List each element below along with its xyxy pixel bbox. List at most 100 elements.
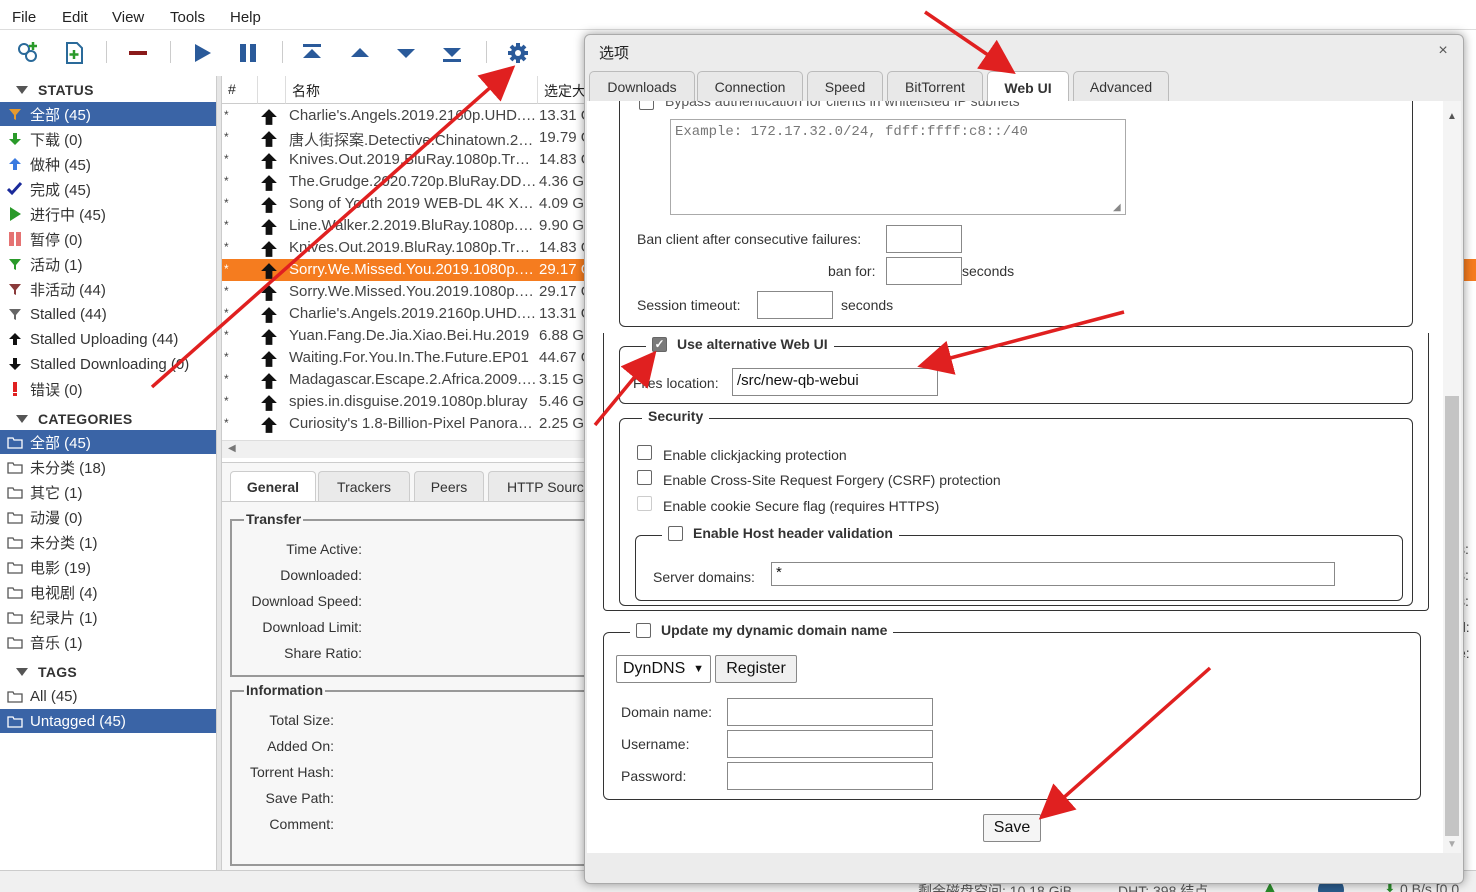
domain-name-input[interactable] (727, 698, 933, 726)
move-down-icon[interactable] (392, 39, 420, 67)
pause-icon[interactable] (234, 39, 262, 67)
sidebar-status-label: 做种 (45) (30, 156, 91, 174)
sidebar-status-item[interactable]: 下载 (0) (0, 127, 216, 151)
whitelist-textarea[interactable]: Example: 172.17.32.0/24, fdff:ffff:c8::/… (670, 119, 1126, 215)
webui-outer-frame (603, 333, 1429, 611)
sidebar-status-label: Stalled Downloading (0) (30, 355, 190, 373)
sidebar-status-item[interactable]: 进行中 (45) (0, 202, 216, 226)
scroll-left-icon[interactable]: ◀ (228, 443, 236, 454)
sidebar-category-label: 电视剧 (4) (30, 584, 98, 602)
information-field-label: Added On: (267, 738, 334, 754)
move-up-icon[interactable] (346, 39, 374, 67)
torrent-name: Knives.Out.2019.BluRay.1080p.TrueHD (289, 239, 537, 256)
col-header-state[interactable] (258, 76, 286, 104)
folder-icon (0, 484, 30, 500)
sidebar-category-item[interactable]: 其它 (1) (0, 480, 216, 504)
folder-icon (0, 688, 30, 704)
session-timeout-input[interactable] (757, 291, 833, 319)
sidebar-tag-item[interactable]: All (45) (0, 684, 216, 708)
tab-advanced[interactable]: Advanced (1073, 71, 1169, 101)
transfer-field-label: Download Speed: (251, 593, 362, 609)
tab-trackers[interactable]: Trackers (318, 471, 410, 501)
menu-view[interactable]: View (112, 9, 144, 26)
tab-http-sources[interactable]: HTTP Sources (488, 471, 592, 501)
sidebar-status-item[interactable]: Stalled Uploading (44) (0, 327, 216, 351)
sidebar-category-label: 其它 (1) (30, 484, 83, 502)
menu-help[interactable]: Help (230, 9, 261, 26)
tab-bittorrent[interactable]: BitTorrent (887, 71, 983, 101)
dyndns-checkbox[interactable] (636, 622, 651, 638)
sidebar-category-item[interactable]: 纪录片 (1) (0, 605, 216, 629)
save-button[interactable]: Save (983, 814, 1041, 842)
scrollbar-thumb[interactable] (1445, 396, 1459, 836)
dyndns-provider-value: DynDNS (623, 660, 686, 677)
dyndns-provider-select[interactable]: DynDNS ▼ (616, 655, 711, 683)
transfer-field-label: Download Limit: (262, 619, 362, 635)
sidebar-status-item[interactable]: 暂停 (0) (0, 227, 216, 251)
filter-icon (0, 306, 30, 322)
delete-icon[interactable] (124, 39, 152, 67)
categories-section-header[interactable]: CATEGORIES (16, 411, 133, 427)
sidebar-status-item[interactable]: Stalled Downloading (0) (0, 352, 216, 376)
add-link-icon[interactable] (14, 39, 42, 67)
status-section-header[interactable]: STATUS (16, 82, 94, 98)
folder-icon (0, 534, 30, 550)
sidebar-status-item[interactable]: 非活动 (44) (0, 277, 216, 301)
password-label: Password: (621, 768, 687, 784)
sidebar-status-item[interactable]: Stalled (44) (0, 302, 216, 326)
resize-handle-icon[interactable]: ◢ (1113, 202, 1121, 213)
tab-connection[interactable]: Connection (697, 71, 803, 101)
play-icon[interactable] (188, 39, 216, 67)
sidebar-category-item[interactable]: 音乐 (1) (0, 630, 216, 654)
close-icon[interactable]: × (1433, 41, 1453, 61)
sidebar-category-item[interactable]: 未分类 (18) (0, 455, 216, 479)
username-input[interactable] (727, 730, 933, 758)
transfer-field-label: Time Active: (286, 541, 362, 557)
move-top-icon[interactable] (298, 39, 326, 67)
password-input[interactable] (727, 762, 933, 790)
tab-web-ui[interactable]: Web UI (987, 71, 1069, 103)
arrow-down-icon (0, 131, 30, 147)
sidebar-status-item[interactable]: 活动 (1) (0, 252, 216, 276)
tab-downloads[interactable]: Downloads (589, 71, 695, 101)
scroll-down-icon[interactable]: ▼ (1447, 839, 1457, 850)
add-file-icon[interactable] (60, 39, 88, 67)
vertical-scrollbar[interactable]: ▲ ▼ (1443, 101, 1461, 853)
torrent-size: 3.15 G (539, 371, 585, 388)
menu-edit[interactable]: Edit (62, 9, 88, 26)
pause-icon (0, 231, 30, 247)
sidebar-status-item[interactable]: 做种 (45) (0, 152, 216, 176)
tab-peers[interactable]: Peers (414, 471, 484, 501)
sidebar-status-item[interactable]: 错误 (0) (0, 377, 216, 401)
sidebar-category-item[interactable]: 电影 (19) (0, 555, 216, 579)
move-bottom-icon[interactable] (438, 39, 466, 67)
sidebar-tag-item[interactable]: Untagged (45) (0, 709, 216, 733)
sidebar-category-item[interactable]: 未分类 (1) (0, 530, 216, 554)
check-icon (0, 181, 30, 197)
sidebar-status-item[interactable]: 完成 (45) (0, 177, 216, 201)
horizontal-scrollbar[interactable]: ◀ (222, 440, 587, 458)
col-header-number[interactable]: # (222, 76, 258, 104)
menu-file[interactable]: File (12, 9, 36, 26)
col-header-name[interactable]: 名称 (286, 76, 538, 104)
gear-icon[interactable] (504, 39, 532, 67)
torrent-name: 唐人街探案.Detective.Chinatown.2.2018 (289, 132, 537, 149)
tab-general[interactable]: General (230, 471, 316, 501)
tab-speed[interactable]: Speed (807, 71, 883, 101)
scroll-up-icon[interactable]: ▲ (1447, 111, 1457, 122)
sidebar-category-item[interactable]: 动漫 (0) (0, 505, 216, 529)
menu-tools[interactable]: Tools (170, 9, 205, 26)
ban-label: Ban client after consecutive failures: (637, 231, 862, 247)
sidebar-category-item[interactable]: 全部 (45) (0, 430, 216, 454)
tags-section-header[interactable]: TAGS (16, 664, 77, 680)
sidebar-category-item[interactable]: 电视剧 (4) (0, 580, 216, 604)
bypass-whitelist-checkbox[interactable] (639, 101, 654, 110)
ban-duration-input[interactable] (886, 257, 962, 285)
register-button[interactable]: Register (715, 655, 797, 683)
ban-failures-input[interactable] (886, 225, 962, 253)
row-number: * (224, 174, 229, 188)
bypass-whitelist-label: Bypass authentication for clients in whi… (665, 101, 1020, 109)
sidebar-category-label: 动漫 (0) (30, 509, 83, 527)
sidebar-status-item[interactable]: 全部 (45) (0, 102, 216, 126)
information-field-label: Total Size: (269, 712, 334, 728)
